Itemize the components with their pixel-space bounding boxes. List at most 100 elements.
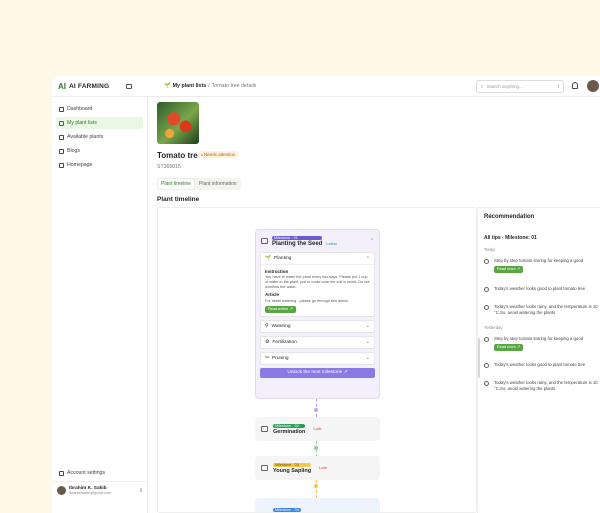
avatar[interactable] <box>587 80 599 92</box>
chevron-up-icon: ⌃ <box>365 255 370 262</box>
dashboard-icon <box>59 106 64 112</box>
account-settings-label: Account settings <box>67 470 106 476</box>
tab-plant-timeline[interactable]: Plant timeline <box>158 179 195 189</box>
sidebar-item-label: Homepage <box>67 162 93 168</box>
user-email: ibrahimsakib@gmail.com <box>69 491 112 495</box>
chevron-down-icon: ⌄ <box>365 339 370 346</box>
user-profile[interactable]: Ibrahim K. Sakib ibrahimsakib@gmail.com … <box>52 481 148 499</box>
home-icon <box>59 162 64 168</box>
task-pruning[interactable]: ✂ Pruning ⌄ <box>260 351 375 365</box>
latest-badge: Latest <box>326 241 337 246</box>
tip-body: Step by step tomato storing for keeping … <box>494 336 583 351</box>
task-label: Pruning <box>272 355 289 361</box>
top-bar: AI AI FARMING 🌱 My plant lists / Tomato … <box>52 76 600 97</box>
tabs: Plant timeline Plant information <box>157 178 241 190</box>
sidebar-item-label: Blogs <box>67 148 80 154</box>
milestone-tag: Milestone - 01 <box>272 235 323 240</box>
task-details: Instruction You have to water the plant … <box>261 264 374 316</box>
app-window: AI AI FARMING 🌱 My plant lists / Tomato … <box>52 76 600 513</box>
gear-icon <box>59 470 64 476</box>
sidebar: Dashboard My plant lists Available plant… <box>52 97 148 513</box>
milestone-header[interactable]: Milestone - 01 Planting the Seed Latest … <box>256 230 379 252</box>
task-label: Planting <box>273 256 292 261</box>
brand[interactable]: AI AI FARMING <box>52 82 148 91</box>
milestone-tag: Milestone - 02 <box>273 423 306 428</box>
search-placeholder: Search anything... <box>486 84 523 89</box>
section-title: Plant timeline <box>157 196 200 203</box>
read-article-button[interactable]: Read article ↗ <box>265 305 296 313</box>
milestone-tags: Milestone - 01 Planting the Seed <box>272 235 323 247</box>
radio-icon[interactable] <box>484 287 489 292</box>
scissors-icon: ✂ <box>265 355 270 361</box>
lock-badge: Lock <box>313 427 322 431</box>
task-fertilization[interactable]: ⚙ Fertilization ⌄ <box>260 335 375 349</box>
sidebar-item-available-plants[interactable]: Available plants <box>56 131 143 143</box>
recommendation-panel: Recommendation All tips - Milestone: 01 … <box>477 207 600 513</box>
sidebar-item-dashboard[interactable]: Dashboard <box>56 103 143 115</box>
tip-item[interactable]: Step by step tomato storing for keeping … <box>484 258 600 273</box>
account-settings[interactable]: Account settings <box>56 467 144 479</box>
day-label-yesterday: Yesterday <box>484 325 503 330</box>
sprout-icon: 🌱 <box>265 256 271 261</box>
tip-item[interactable]: Step by step tomato storing for keeping … <box>484 336 600 351</box>
milestone-card-1[interactable]: Milestone - 01 Planting the Seed Latest … <box>255 229 380 399</box>
radio-icon[interactable] <box>484 381 489 386</box>
bell-icon[interactable] <box>572 82 578 89</box>
tab-plant-information[interactable]: Plant information <box>196 179 240 189</box>
task-label: Fertilization <box>272 339 297 345</box>
milestone-card-3[interactable]: Milestone - 03 Young Sapling Lock <box>255 456 380 480</box>
tip-text: Today's weather looks rainy, and the tem… <box>494 380 598 391</box>
instruction-text: You have to water the plant every two da… <box>265 275 370 290</box>
search-shortcut: / <box>557 84 559 89</box>
chevron-down-icon: ⌄ <box>365 323 370 330</box>
timeline-canvas[interactable]: Milestone - 01 Planting the Seed Latest … <box>157 207 477 513</box>
connector-line <box>316 480 317 498</box>
read-more-button[interactable]: Read more ↗ <box>494 343 524 351</box>
tip-item[interactable]: Today's weather looks rainy, and the tem… <box>484 380 600 392</box>
sidebar-item-homepage[interactable]: Homepage <box>56 159 143 171</box>
day-label-today: Today <box>484 247 496 252</box>
radio-icon[interactable] <box>484 305 489 310</box>
plant-name: Tomato tree <box>157 151 203 160</box>
blog-icon <box>59 148 64 154</box>
milestone-tags: Milestone - 02 Germination <box>273 423 306 435</box>
unlock-next-milestone-button[interactable]: Unlock the next milestone ↗ <box>260 367 375 378</box>
tip-body: Step by step tomato storing for keeping … <box>494 258 583 273</box>
chevron-up-icon[interactable]: ⌃ <box>370 238 374 244</box>
tip-item[interactable]: Today's weather looks good to plant toma… <box>484 362 600 368</box>
radio-icon[interactable] <box>484 363 489 368</box>
connector-dot <box>314 484 318 488</box>
radio-icon[interactable] <box>484 259 489 264</box>
main-content: Tomato tree Needs attention ST365015 Pla… <box>148 97 600 513</box>
sprout-icon: 🌱 <box>164 83 171 89</box>
scrollbar[interactable] <box>478 338 480 378</box>
avatar <box>57 486 66 495</box>
plant-image <box>157 102 199 144</box>
lock-badge: Lock <box>319 466 328 470</box>
radio-icon[interactable] <box>484 337 489 342</box>
milestone-tag: Milestone - 04 <box>273 508 301 512</box>
plant-code: ST365015 <box>157 164 181 170</box>
task-planting: 🌱 Planting ⌃ Instruction You have to water… <box>260 252 375 317</box>
tip-text: Step by step tomato storing for keeping … <box>494 258 584 263</box>
tip-item[interactable]: Today's weather looks rainy, and the tem… <box>484 304 600 316</box>
sidebar-item-label: Available plants <box>67 134 104 140</box>
tip-item[interactable]: Today's weather looks good to plant toma… <box>484 286 600 292</box>
chevron-down-icon: ⌄ <box>365 355 370 362</box>
water-icon: ⚲ <box>265 323 269 329</box>
milestone-card-4[interactable]: Milestone - 04 <box>255 498 380 512</box>
breadcrumb-sub: Tomato tree details <box>211 83 257 89</box>
sidebar-item-my-plant-lists[interactable]: My plant lists <box>56 117 143 129</box>
milestone-card-2[interactable]: Milestone - 02 Germination Lock <box>255 417 380 441</box>
read-more-button[interactable]: Read more ↗ <box>494 265 524 273</box>
task-header[interactable]: 🌱 Planting ⌃ <box>261 253 374 264</box>
breadcrumb-current[interactable]: My plant lists <box>173 83 207 89</box>
sidebar-toggle-icon[interactable] <box>126 83 133 89</box>
sidebar-bottom: Account settings Ibrahim K. Sakib ibrahi… <box>52 465 148 499</box>
sidebar-item-blogs[interactable]: Blogs <box>56 145 143 157</box>
tip-text: Today's weather looks good to plant toma… <box>494 286 586 291</box>
search-input[interactable]: ⌕ Search anything... / <box>476 80 564 93</box>
status-badge: Needs attention <box>198 151 239 158</box>
task-watering[interactable]: ⚲ Watering ⌄ <box>260 319 375 333</box>
tip-text: Step by step tomato storing for keeping … <box>494 336 584 341</box>
